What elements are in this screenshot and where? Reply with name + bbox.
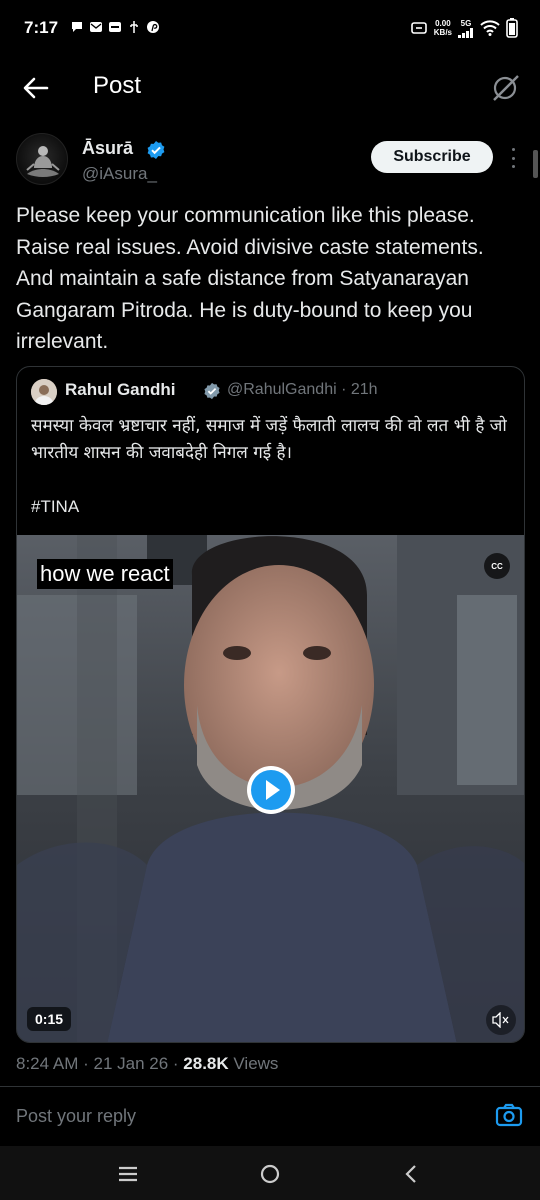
page-title: Post [93,72,142,99]
more-options-icon[interactable] [505,146,521,170]
status-time: 7:17 [24,18,59,37]
verified-badge-icon [204,382,220,400]
verified-badge-icon [147,141,165,159]
author-avatar[interactable] [16,133,68,185]
quoted-post[interactable]: Rahul Gandhi @RahulGandhi · 21h समस्या क… [16,366,525,1043]
speaker-muted-icon [492,1012,509,1028]
video-caption: how we react [37,559,173,589]
battery-icon [506,18,518,38]
mail-icon [90,22,102,32]
quoted-author-avatar [31,379,57,405]
quoted-age: 21h [350,381,378,398]
usb-icon [130,21,138,33]
network-type: 5G [460,18,472,28]
scroll-indicator[interactable] [533,150,538,178]
grok-icon[interactable] [490,72,522,104]
post-text: Please keep your communication like this… [16,204,484,353]
quoted-text: समस्या केवल भ्रष्टाचार नहीं, समाज में जड… [31,416,507,463]
app-icon [109,22,121,32]
subscribe-button[interactable]: Subscribe [371,141,493,173]
play-icon[interactable] [246,765,296,815]
quoted-handle-text: @RahulGandhi [227,381,337,398]
notification-icons [70,20,160,34]
recent-apps-icon[interactable] [114,1160,142,1188]
alarm-icon [410,22,427,34]
author-handle[interactable]: @iAsura_ [82,164,157,184]
quoted-hashtag[interactable]: #TINA [31,497,79,517]
views-count: 28.8K [183,1054,229,1073]
author-name[interactable]: Āsurā [82,138,133,159]
arrow-left-icon[interactable] [20,72,52,104]
views-label: Views [233,1054,279,1073]
post-meta: 8:24 AM · 21 Jan 26 · 28.8K Views [16,1054,279,1073]
video-duration: 0:15 [27,1007,72,1031]
post-time: 8:24 AM [16,1054,79,1073]
system-icons: 0.00 KB/s 5G [410,18,518,38]
post-date: 21 Jan 26 [93,1054,169,1073]
signal-icon [458,27,473,38]
person-photo-icon [31,379,57,405]
meditation-figure-icon [26,146,60,177]
divider [0,1086,540,1087]
mute-button[interactable] [486,1005,516,1035]
quoted-author-name: Rahul Gandhi [65,380,176,399]
reply-input[interactable] [16,1100,476,1132]
net-speed: 0.00 KB/s [434,19,452,37]
top-app-bar: Post [0,60,540,118]
quoted-author-handle: @RahulGandhi · 21h [227,381,378,398]
wifi-icon [480,20,500,36]
home-icon[interactable] [256,1160,284,1188]
back-nav-icon[interactable] [398,1160,426,1188]
chat-bubble-icon [72,22,82,32]
net-speed-unit: KB/s [433,28,452,37]
pinterest-icon [147,21,159,33]
video-player[interactable]: how we react CC 0:15 [17,535,524,1042]
camera-icon[interactable] [494,1100,524,1130]
system-navigation-bar [0,1146,540,1200]
closed-captions-button[interactable]: CC [484,553,510,579]
status-bar: 7:17 0.00 KB/s 5G [0,0,540,60]
net-speed-value: 0.00 [435,19,451,28]
